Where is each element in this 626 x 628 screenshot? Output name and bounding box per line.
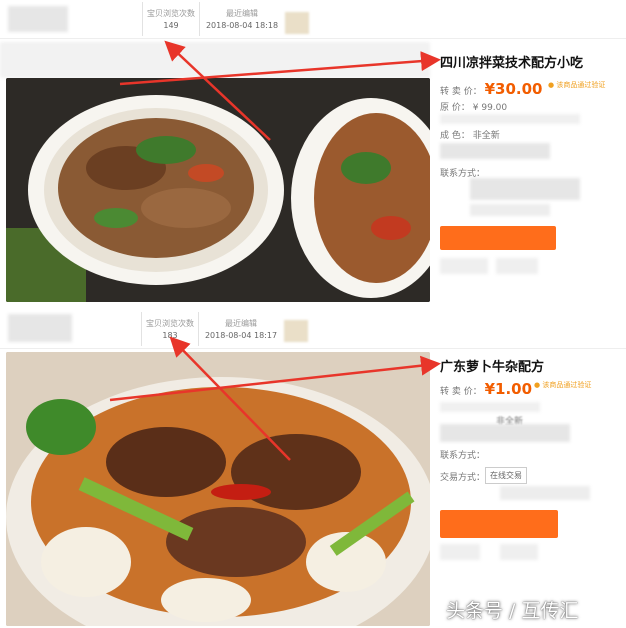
arrow-to-title-1 (119, 51, 441, 86)
arrow-to-view-count-1 (164, 40, 271, 141)
arrow-to-view-count-2 (169, 336, 291, 461)
watermark: 头条号 / 互传汇 (446, 600, 579, 622)
arrow-to-title-2 (109, 355, 441, 402)
annotation-arrows (109, 40, 441, 461)
